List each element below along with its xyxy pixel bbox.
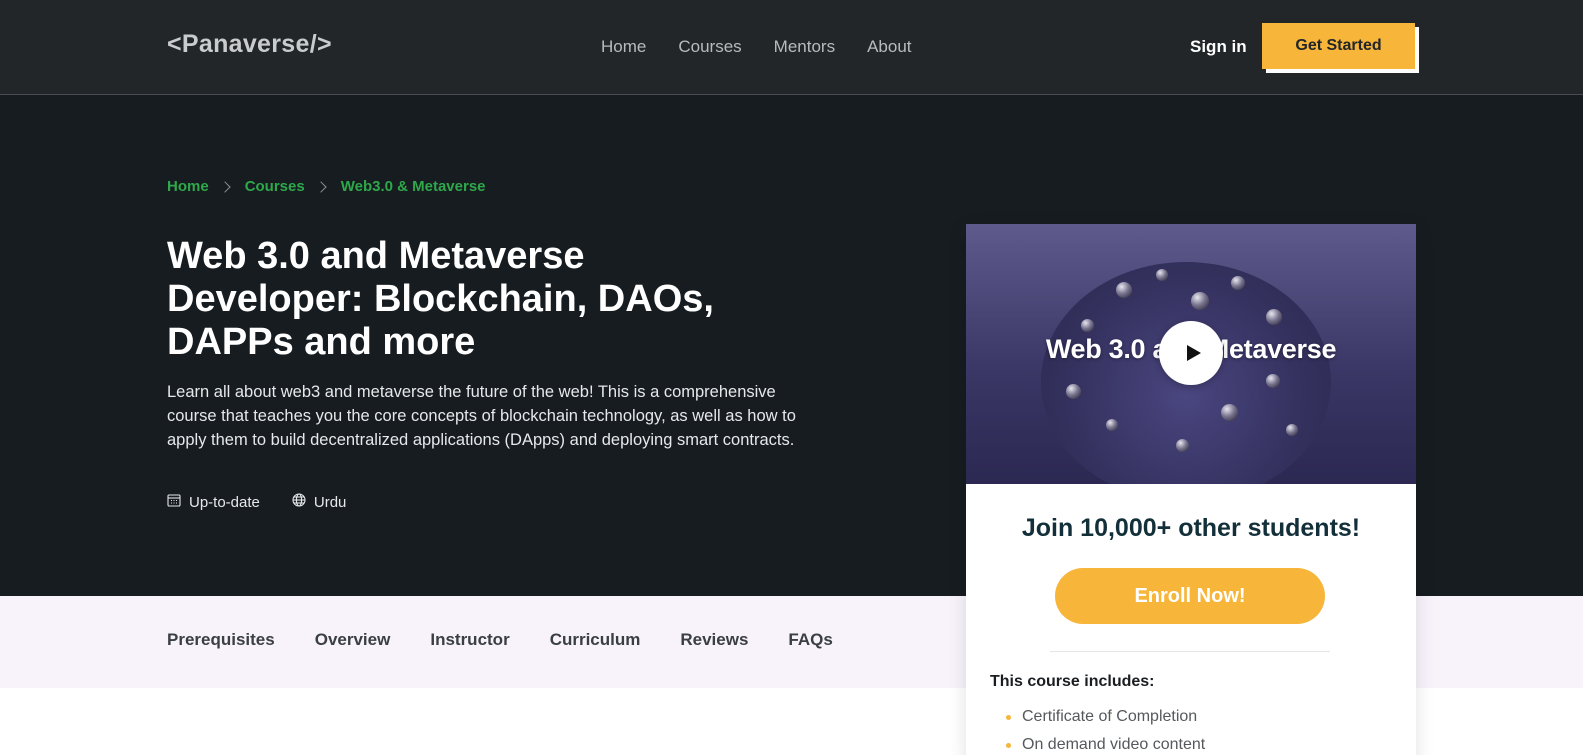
sphere-ball [1266,309,1282,325]
meta-language-label: Urdu [313,493,347,511]
breadcrumb-current[interactable]: Web3.0 & Metaverse [341,178,486,195]
list-item: Certificate of Completion [1006,703,1205,731]
sphere-ball [1231,276,1245,290]
sign-in-link[interactable]: Sign in [1190,37,1247,57]
calendar-icon [167,493,181,511]
sphere-ball [1286,424,1298,436]
logo[interactable]: <Panaverse/> [167,30,332,59]
meta-language: Urdu [292,493,347,511]
main-nav: Home Courses Mentors About [601,37,912,57]
video-preview[interactable]: Web 3.0 and Metaverse [966,224,1416,484]
sphere-ball [1221,404,1238,421]
breadcrumb: Home Courses Web3.0 & Metaverse [167,178,486,195]
nav-about[interactable]: About [867,37,911,57]
course-meta: Up-to-date Urdu [167,493,346,511]
sphere-ball [1266,374,1280,388]
tab-reviews[interactable]: Reviews [680,630,748,650]
includes-heading: This course includes: [990,673,1155,690]
course-tabs: Prerequisites Overview Instructor Curric… [167,630,833,650]
sphere-ball [1081,319,1094,332]
get-started-button[interactable]: Get Started [1262,23,1415,69]
list-item: On demand video content [1006,731,1205,755]
breadcrumb-courses[interactable]: Courses [245,178,305,195]
nav-courses[interactable]: Courses [678,37,741,57]
page-title: Web 3.0 and Metaverse Developer: Blockch… [167,235,714,363]
sphere-ball [1191,292,1209,310]
tab-instructor[interactable]: Instructor [430,630,509,650]
top-navbar: <Panaverse/> Home Courses Mentors About … [0,0,1583,95]
sphere-ball [1106,419,1118,431]
divider [1050,651,1330,652]
meta-updated-label: Up-to-date [189,493,260,511]
includes-list: Certificate of Completion On demand vide… [1006,703,1205,755]
tab-faqs[interactable]: FAQs [788,630,832,650]
tab-curriculum[interactable]: Curriculum [550,630,641,650]
course-description: Learn all about web3 and metaverse the f… [167,383,796,449]
get-started-wrapper: Get Started [1262,23,1419,73]
meta-updated: Up-to-date [167,493,260,511]
enroll-now-button[interactable]: Enroll Now! [1055,568,1325,624]
play-icon [1186,345,1201,361]
breadcrumb-home[interactable]: Home [167,178,209,195]
chevron-right-icon [219,180,231,193]
sphere-ball [1066,384,1081,399]
nav-mentors[interactable]: Mentors [774,37,835,57]
sphere-ball [1176,439,1189,452]
students-count-heading: Join 10,000+ other students! [1021,514,1361,542]
nav-home[interactable]: Home [601,37,646,57]
tab-overview[interactable]: Overview [315,630,391,650]
sphere-ball [1116,282,1132,298]
globe-icon [292,493,306,511]
tab-prerequisites[interactable]: Prerequisites [167,630,275,650]
play-button[interactable] [1159,321,1223,385]
sphere-ball [1156,269,1168,281]
chevron-right-icon [315,180,327,193]
course-card: Web 3.0 and Metaverse Join 10,000+ other… [966,224,1416,755]
